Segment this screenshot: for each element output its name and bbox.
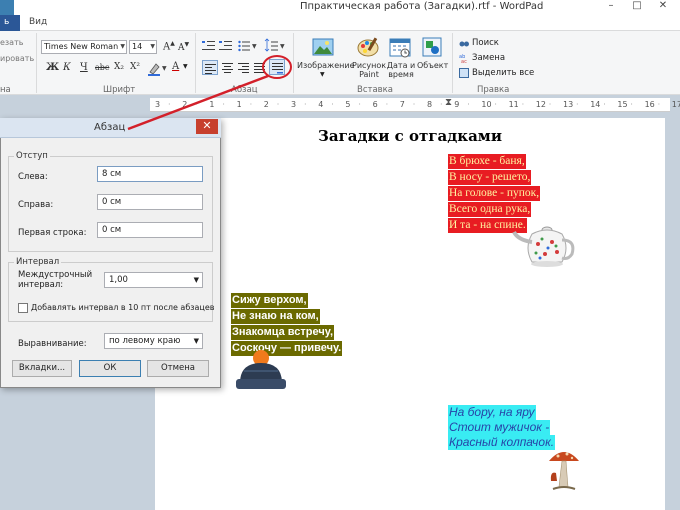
highlight-circle [262, 55, 292, 79]
annotation-overlay [127, 55, 292, 131]
annotation-arrow [127, 74, 269, 131]
